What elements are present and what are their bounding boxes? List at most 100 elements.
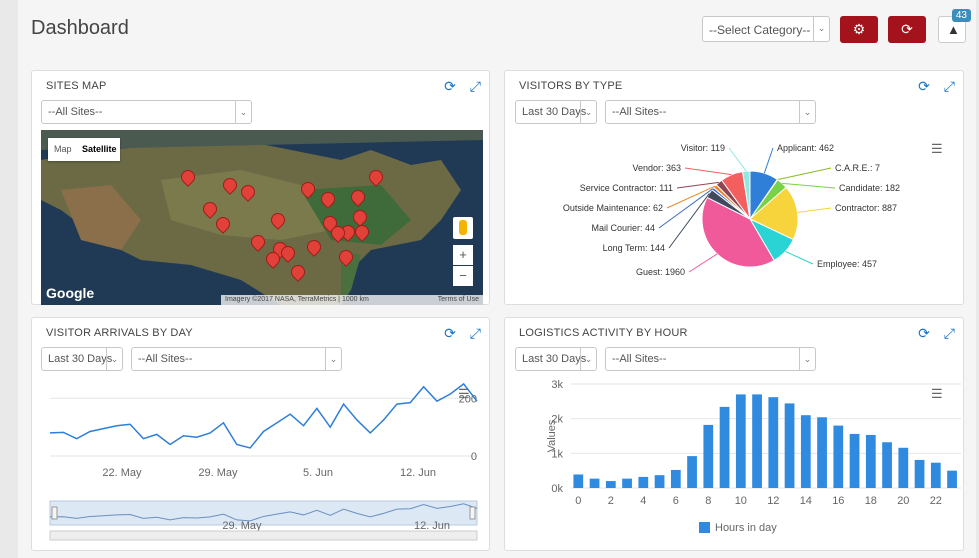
- navigator-handle-right[interactable]: [469, 506, 476, 520]
- bar[interactable]: [654, 475, 665, 488]
- zoom-out-button[interactable]: −: [453, 266, 473, 286]
- navigator-range[interactable]: [49, 500, 478, 526]
- refresh-icon[interactable]: ⟳: [918, 78, 930, 94]
- pie-connector: [763, 147, 774, 174]
- bar[interactable]: [914, 459, 925, 488]
- bar[interactable]: [703, 424, 714, 488]
- x-tick-label: 5. Jun: [303, 467, 333, 479]
- site-select-value: --All Sites--: [138, 353, 193, 365]
- zoom-in-button[interactable]: +: [453, 245, 473, 265]
- chevron-down-icon: ⌄: [106, 348, 122, 370]
- bar[interactable]: [817, 417, 827, 488]
- chevron-down-icon: ⌄: [325, 348, 341, 370]
- bar[interactable]: [719, 406, 730, 488]
- refresh-all-button[interactable]: ⟳: [888, 16, 926, 43]
- x-tick-label: 29. May: [198, 467, 238, 479]
- expand-icon[interactable]: ⤢: [944, 78, 955, 94]
- settings-button[interactable]: ⚙: [840, 16, 878, 43]
- logistics-bar-chart: 0k1k2k3kValues0 2 4 6 8 10 12 14 16 18 20 22Hours i…: [546, 379, 961, 534]
- y-tick-label: 0k: [551, 483, 563, 495]
- chevron-down-icon: ⌄: [235, 101, 251, 123]
- x-tick-label: 2: [608, 495, 614, 507]
- pie-connector: [728, 147, 747, 172]
- x-tick-label: 10: [735, 495, 747, 507]
- map-view[interactable]: Map Satellite + − Google Imagery ©2017 N…: [41, 130, 483, 305]
- pie-label: Visitor: 119: [681, 143, 725, 153]
- pegman-button[interactable]: [453, 217, 473, 239]
- notifications-button[interactable]: ▲ 43: [938, 9, 971, 43]
- terms-link[interactable]: Terms of Use: [438, 296, 479, 303]
- range-select[interactable]: Last 30 Days ⌄: [515, 100, 597, 124]
- panel-tools: ⟳ ⤢: [430, 325, 481, 342]
- site-select-value: --All Sites--: [48, 106, 103, 118]
- bar[interactable]: [622, 478, 632, 488]
- navigator-handle-left[interactable]: [51, 506, 58, 520]
- bar[interactable]: [735, 394, 746, 488]
- visitor-arrivals-panel: VISITOR ARRIVALS BY DAY ⟳ ⤢ Last 30 Days …: [31, 317, 490, 551]
- satellite-tab[interactable]: Satellite: [82, 144, 117, 154]
- site-select[interactable]: --All Sites-- ⌄: [605, 100, 816, 124]
- bar[interactable]: [800, 415, 811, 488]
- site-select[interactable]: --All Sites-- ⌄: [41, 100, 252, 124]
- bar[interactable]: [882, 442, 892, 488]
- expand-icon[interactable]: ⤢: [470, 78, 481, 94]
- pie-label: Outside Maintenance: 62: [563, 203, 663, 213]
- arrivals-series-line[interactable]: [49, 382, 478, 449]
- refresh-icon[interactable]: ⟳: [918, 325, 930, 341]
- logistics-title: LOGISTICS ACTIVITY BY HOUR: [519, 327, 688, 339]
- map-type-control: Map Satellite: [48, 138, 120, 161]
- pie-label: Vendor: 363: [632, 163, 681, 173]
- bar[interactable]: [833, 425, 844, 488]
- x-tick-label: 16: [832, 495, 844, 507]
- category-select-value: --Select Category--: [709, 23, 811, 37]
- refresh-icon[interactable]: ⟳: [444, 325, 456, 341]
- bar[interactable]: [849, 433, 860, 488]
- dashboard-page: Dashboard --Select Category-- ⌄ ⚙ ⟳ ▲ 43…: [18, 0, 976, 558]
- x-tick-label: 18: [865, 495, 877, 507]
- bar[interactable]: [589, 478, 600, 488]
- legend-label[interactable]: Hours in day: [715, 522, 777, 534]
- bar[interactable]: [768, 397, 779, 488]
- expand-icon[interactable]: ⤢: [470, 325, 481, 341]
- x-tick-label: 6: [673, 495, 679, 507]
- chevron-down-icon: ⌄: [580, 348, 596, 370]
- legend-swatch[interactable]: [699, 522, 710, 533]
- bar[interactable]: [638, 476, 649, 488]
- category-select[interactable]: --Select Category-- ⌄: [702, 16, 830, 42]
- chevron-down-icon: ⌄: [799, 101, 815, 123]
- panel-tools: ⟳ ⤢: [904, 78, 955, 95]
- bar[interactable]: [670, 469, 681, 488]
- site-select[interactable]: --All Sites-- ⌄: [605, 347, 816, 371]
- navigator-tick-label: 29. May: [222, 520, 262, 532]
- map-tab[interactable]: Map: [54, 144, 72, 154]
- bell-icon: ▲: [947, 22, 960, 37]
- bar[interactable]: [865, 434, 876, 488]
- panel-tools: ⟳ ⤢: [430, 78, 481, 95]
- x-tick-label: 12: [767, 495, 779, 507]
- arrivals-line-chart: 0 200 22. May 29. May 5. Jun 12. Jun 29. May 12…: [49, 382, 478, 541]
- x-tick-label: 4: [640, 495, 646, 507]
- pie-connector: [782, 182, 836, 189]
- bar[interactable]: [930, 462, 941, 488]
- expand-icon[interactable]: ⤢: [944, 325, 955, 341]
- refresh-icon[interactable]: ⟳: [444, 78, 456, 94]
- map-attribution: Imagery ©2017 NASA, TerraMetrics | 1000 …: [221, 295, 483, 305]
- site-select[interactable]: --All Sites-- ⌄: [131, 347, 342, 371]
- range-select[interactable]: Last 30 Days ⌄: [41, 347, 123, 371]
- navigator-scrollbar[interactable]: [49, 530, 478, 541]
- y-tick-label: 200: [459, 393, 477, 405]
- range-select[interactable]: Last 30 Days ⌄: [515, 347, 597, 371]
- pie-label: Guest: 1960: [636, 267, 685, 277]
- chevron-down-icon: ⌄: [813, 17, 829, 41]
- bar[interactable]: [605, 481, 616, 488]
- pegman-icon: [459, 220, 467, 235]
- visitors-pie-chart: Applicant: 462C.A.R.E.: 7 Candidate: 182 C…: [563, 143, 900, 277]
- google-logo: Google: [46, 285, 95, 301]
- bar[interactable]: [687, 456, 697, 488]
- bar[interactable]: [784, 403, 795, 488]
- bar[interactable]: [898, 447, 909, 488]
- sites-map-title: SITES MAP: [46, 80, 107, 92]
- bar[interactable]: [573, 474, 584, 488]
- bar[interactable]: [947, 470, 957, 488]
- bar[interactable]: [752, 394, 762, 488]
